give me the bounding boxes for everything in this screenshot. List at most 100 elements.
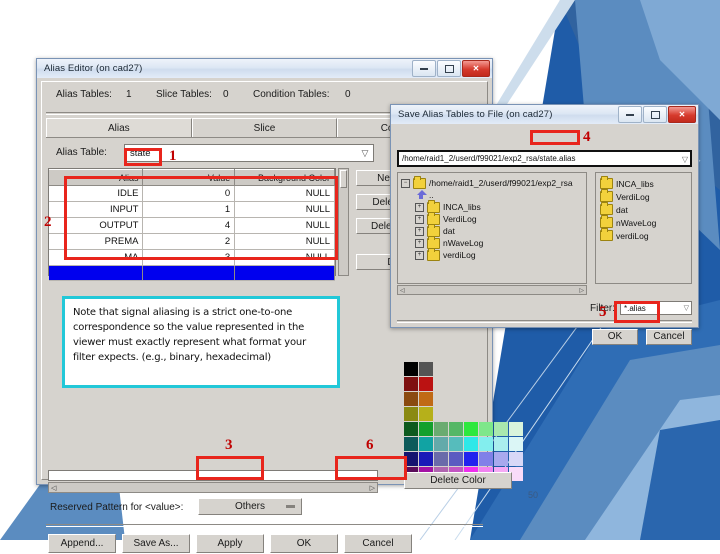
save-alias-tables-dialog[interactable]: Save Alias Tables to File (on cad27) ✕ /… xyxy=(390,104,699,345)
column-header-bgcolor[interactable]: Background Color xyxy=(234,169,335,186)
expand-icon[interactable]: + xyxy=(415,214,424,224)
file-path-input[interactable]: /home/raid1_2/userd/f99021/exp2_rsa/stat… xyxy=(397,150,692,167)
color-swatch[interactable] xyxy=(479,422,493,436)
expand-icon[interactable]: + xyxy=(415,250,424,260)
scroll-right-icon[interactable]: ▷ xyxy=(368,484,377,492)
table-row[interactable]: IDLE 0 NULL xyxy=(49,185,335,202)
list-item[interactable]: dat xyxy=(600,202,691,216)
cell-bgcolor[interactable]: NULL xyxy=(234,201,335,218)
cell-alias-empty[interactable] xyxy=(49,265,144,281)
cell-bgcolor[interactable]: NULL xyxy=(234,233,335,250)
close-icon[interactable]: ✕ xyxy=(462,60,490,77)
directory-tree[interactable]: − /home/raid1_2/userd/f99021/exp2_rsa ..… xyxy=(397,172,587,284)
append-button[interactable]: Append... xyxy=(48,534,116,553)
grid-vertical-scrollbar[interactable] xyxy=(338,168,349,276)
maximize-icon[interactable] xyxy=(437,60,461,77)
color-swatch[interactable] xyxy=(449,437,463,451)
alias-table-combo[interactable]: state ▽ xyxy=(124,144,374,162)
minimize-icon[interactable] xyxy=(412,60,436,77)
expand-icon[interactable]: + xyxy=(415,226,424,236)
color-swatch[interactable] xyxy=(509,422,523,436)
color-swatch[interactable] xyxy=(509,437,523,451)
file-list[interactable]: INCA_libs VerdiLog dat nWaveLog verdiLog xyxy=(595,172,692,284)
save-dialog-window-buttons[interactable]: ✕ xyxy=(618,106,696,123)
cell-bgcolor-empty[interactable] xyxy=(234,265,335,281)
color-swatch[interactable] xyxy=(419,452,433,466)
filter-input[interactable]: *.alias ▽ xyxy=(620,301,692,315)
table-row[interactable]: MA 3 NULL xyxy=(49,249,335,266)
horizontal-scrollbar[interactable]: ◁ ▷ xyxy=(48,482,378,493)
color-palette[interactable] xyxy=(404,362,524,482)
color-swatch[interactable] xyxy=(494,437,508,451)
column-header-value[interactable]: Value xyxy=(142,169,236,186)
column-header-alias[interactable]: Alias xyxy=(49,169,144,186)
alias-grid[interactable]: Alias Value Background Color IDLE 0 NULL… xyxy=(48,168,336,281)
color-swatch[interactable] xyxy=(419,437,433,451)
table-row-empty-selected[interactable] xyxy=(49,265,335,281)
close-icon[interactable]: ✕ xyxy=(668,106,696,123)
save-dialog-cancel-button[interactable]: Cancel xyxy=(646,328,692,345)
expand-icon[interactable]: − xyxy=(401,178,410,188)
cell-value[interactable]: 3 xyxy=(142,249,236,266)
color-swatch[interactable] xyxy=(419,407,433,421)
expand-icon[interactable]: + xyxy=(415,202,424,212)
color-swatch[interactable] xyxy=(404,362,418,376)
cell-value[interactable]: 1 xyxy=(142,201,236,218)
color-swatch[interactable] xyxy=(449,452,463,466)
list-item[interactable]: VerdiLog xyxy=(600,189,691,203)
tab-slice[interactable]: Slice xyxy=(191,118,338,138)
expand-icon[interactable]: + xyxy=(415,238,424,248)
cell-value-empty[interactable] xyxy=(142,265,236,281)
cell-value[interactable]: 4 xyxy=(142,217,236,234)
cell-alias[interactable]: PREMA xyxy=(49,233,144,250)
table-row[interactable]: OUTPUT 4 NULL xyxy=(49,217,335,234)
chevron-down-icon[interactable]: ▽ xyxy=(682,155,688,164)
scroll-left-icon[interactable]: ◁ xyxy=(398,287,407,294)
scroll-left-icon[interactable]: ◁ xyxy=(49,484,58,492)
color-swatch[interactable] xyxy=(494,422,508,436)
color-swatch[interactable] xyxy=(494,452,508,466)
alias-editor-window-buttons[interactable]: ✕ xyxy=(412,60,490,77)
maximize-icon[interactable] xyxy=(643,106,667,123)
color-swatch[interactable] xyxy=(479,437,493,451)
color-swatch[interactable] xyxy=(464,452,478,466)
color-swatch[interactable] xyxy=(464,422,478,436)
color-swatch[interactable] xyxy=(479,452,493,466)
tree-item[interactable]: + verdiLog xyxy=(401,247,586,261)
cell-alias[interactable]: INPUT xyxy=(49,201,144,218)
color-swatch[interactable] xyxy=(419,422,433,436)
scrollbar-thumb[interactable] xyxy=(340,170,347,188)
apply-button[interactable]: Apply xyxy=(196,534,264,553)
tab-alias[interactable]: Alias xyxy=(46,118,192,138)
chevron-down-icon[interactable]: ▽ xyxy=(358,146,372,160)
color-swatch[interactable] xyxy=(404,437,418,451)
scroll-right-icon[interactable]: ▷ xyxy=(577,287,586,294)
tree-horizontal-scrollbar[interactable]: ◁ ▷ xyxy=(397,285,587,295)
color-swatch[interactable] xyxy=(404,452,418,466)
color-swatch[interactable] xyxy=(404,377,418,391)
cell-alias[interactable]: MA xyxy=(49,249,144,266)
color-swatch[interactable] xyxy=(404,422,418,436)
color-swatch[interactable] xyxy=(419,377,433,391)
minimize-icon[interactable] xyxy=(618,106,642,123)
table-row[interactable]: PREMA 2 NULL xyxy=(49,233,335,250)
table-row[interactable]: INPUT 1 NULL xyxy=(49,201,335,218)
color-swatch[interactable] xyxy=(464,437,478,451)
color-swatch[interactable] xyxy=(419,362,433,376)
cell-alias[interactable]: IDLE xyxy=(49,185,144,202)
chevron-down-icon[interactable]: ▽ xyxy=(684,304,689,312)
cell-alias[interactable]: OUTPUT xyxy=(49,217,144,234)
list-item[interactable]: verdiLog xyxy=(600,228,691,242)
color-swatch[interactable] xyxy=(434,422,448,436)
color-swatch[interactable] xyxy=(434,437,448,451)
cell-bgcolor[interactable]: NULL xyxy=(234,217,335,234)
list-item[interactable]: INCA_libs xyxy=(600,176,691,190)
tree-root-row[interactable]: − /home/raid1_2/userd/f99021/exp2_rsa xyxy=(401,175,586,189)
color-swatch[interactable] xyxy=(449,422,463,436)
color-swatch[interactable] xyxy=(404,392,418,406)
cell-value[interactable]: 0 xyxy=(142,185,236,202)
cell-bgcolor[interactable]: NULL xyxy=(234,185,335,202)
color-swatch[interactable] xyxy=(419,392,433,406)
save-dialog-ok-button[interactable]: OK xyxy=(592,328,638,345)
save-as-button[interactable]: Save As... xyxy=(122,534,190,553)
